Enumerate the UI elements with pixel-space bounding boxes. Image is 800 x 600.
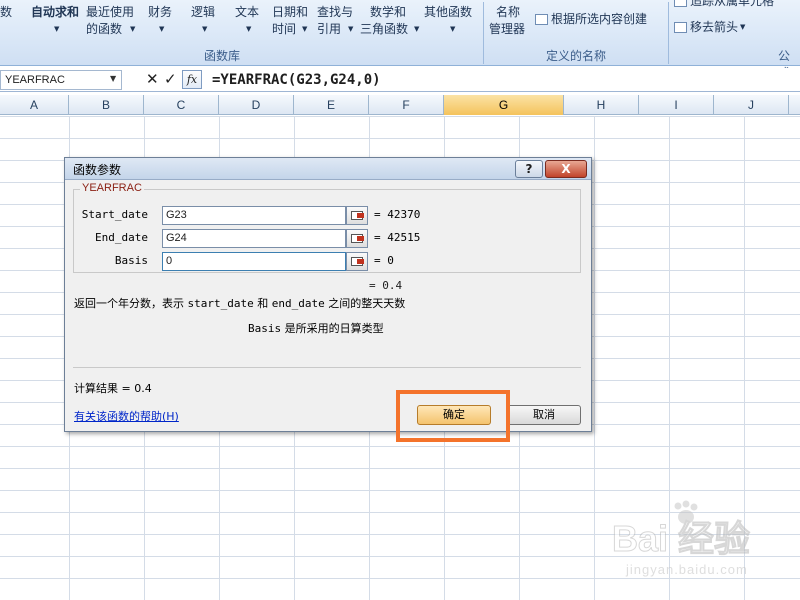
argument-description: Basis 是所采用的日算类型 [248,322,384,335]
column-header-h[interactable]: H [564,95,639,115]
end-date-result: = 42515 [374,231,421,244]
start-date-input[interactable]: G23 [162,206,346,225]
name-box-dropdown-icon[interactable]: ▼ [110,74,116,83]
function-description: 返回一个年分数，表示 start_date 和 end_date 之间的整天天数 [74,297,406,310]
insert-function-fx-button[interactable]: fx [182,70,202,89]
end-date-label: End_date [95,231,148,244]
watermark-url: jingyan.baidu.com [626,562,748,577]
lookup-label-2[interactable]: 引用 [317,22,341,37]
watermark-text: Bai 经验 [611,518,751,560]
column-header-b[interactable]: B [69,95,144,115]
range-arrow-icon [357,236,364,241]
enter-check-icon[interactable]: ✓ [164,70,177,88]
calculation-result: 计算结果 = 0.4 [74,382,152,395]
trace-dependents-icon [674,0,687,7]
more-functions-button[interactable]: 其他函数 [424,5,472,20]
cancel-button[interactable]: 取消 [507,405,581,425]
create-from-selection-icon [535,14,548,25]
math-trig-label-2[interactable]: 三角函数 [360,22,408,37]
dialog-title-bar[interactable]: 函数参数 ? X [65,158,591,180]
math-dropdown-icon[interactable]: ▼ [412,22,419,37]
autosum-button[interactable]: 自动求和 [31,5,79,20]
dialog-help-button[interactable]: ? [515,160,543,178]
column-header-d[interactable]: D [219,95,294,115]
dialog-divider [73,367,581,368]
basis-input[interactable]: 0 [162,252,346,271]
name-manager-button[interactable]: 名称 [496,5,520,20]
defined-names-group-label: 定义的名称 [546,49,607,63]
function-name-legend: YEARFRAC [80,182,144,194]
range-arrow-icon [357,213,364,218]
column-header-e[interactable]: E [294,95,369,115]
baidu-watermark: Bai 经验 jingyan.baidu.com [611,500,788,590]
logical-dropdown-icon[interactable]: ▼ [200,22,207,37]
basis-result: = 0 [374,254,394,267]
function-library-group-label: 函数库 [204,49,241,63]
start-date-label: Start_date [81,208,148,221]
autosum-dropdown-icon[interactable]: ▼ [52,22,59,37]
cancel-icon[interactable]: ✕ [146,70,159,88]
financial-dropdown-icon[interactable]: ▼ [157,22,164,37]
ok-button-highlight [396,390,510,442]
datetime-dropdown-icon[interactable]: ▼ [300,22,307,37]
name-box[interactable]: YEARFRAC [0,70,122,90]
text-button[interactable]: 文本 [235,5,259,20]
ribbon: 数 自动求和 ▼ 最近使用 的函数 ▼ 财务 ▼ 逻辑 ▼ 文本 ▼ 日期和 时… [0,0,800,80]
column-header-i[interactable]: I [639,95,714,115]
group-separator [668,2,669,64]
column-header-c[interactable]: C [144,95,219,115]
end-date-input[interactable]: G24 [162,229,346,248]
range-arrow-icon [357,259,364,264]
column-header-a[interactable]: A [0,95,69,115]
recent-dropdown-icon[interactable]: ▼ [128,22,135,37]
formula-buttons: ✕ ✓ fx [126,70,206,90]
column-headers: A B C D E F G H I J [0,95,800,115]
math-trig-button[interactable]: 数学和 [370,5,406,20]
recent-functions-label-2[interactable]: 的函数 [86,22,122,37]
function-help-link[interactable]: 有关该函数的帮助(H) [74,408,179,424]
lookup-dropdown-icon[interactable]: ▼ [346,22,353,37]
basis-label: Basis [114,254,148,267]
remove-arrows-button[interactable]: 移去箭头 ▼ [674,20,745,35]
formula-bar: YEARFRAC ▼ ✕ ✓ fx =YEARFRAC(G23,G24,0) [0,68,800,92]
insert-function-button[interactable]: 数 [0,5,12,20]
start-date-collapse-button[interactable] [346,206,368,225]
formula-input[interactable]: =YEARFRAC(G23,G24,0) [212,70,381,90]
column-header-j[interactable]: J [714,95,789,115]
arguments-group: YEARFRAC Start_date G23 = 42370 End_date… [73,182,581,273]
lookup-button[interactable]: 查找与 [317,5,353,20]
column-header-g[interactable]: G [444,95,564,115]
dialog-close-button[interactable]: X [545,160,587,178]
end-date-collapse-button[interactable] [346,229,368,248]
text-dropdown-icon[interactable]: ▼ [244,22,251,37]
datetime-button[interactable]: 日期和 [272,5,308,20]
group-separator [483,2,484,64]
remove-arrows-icon [674,22,687,33]
more-dropdown-icon[interactable]: ▼ [448,22,455,37]
create-from-selection-button[interactable]: 根据所选内容创建 [535,12,647,27]
dialog-title: 函数参数 [73,163,122,177]
logical-button[interactable]: 逻辑 [191,5,215,20]
trace-dependents-button[interactable]: 追踪从属单元格 [674,0,774,9]
start-date-result: = 42370 [374,208,421,221]
column-header-f[interactable]: F [369,95,444,115]
formula-result-preview: = 0.4 [369,279,403,292]
function-arguments-dialog: 函数参数 ? X YEARFRAC Start_date G23 = 42370… [64,157,592,432]
financial-button[interactable]: 财务 [148,5,172,20]
recent-functions-button[interactable]: 最近使用 [86,5,134,20]
datetime-label-2[interactable]: 时间 [272,22,296,37]
basis-collapse-button[interactable] [346,252,368,271]
name-manager-label-2[interactable]: 管理器 [489,22,525,37]
